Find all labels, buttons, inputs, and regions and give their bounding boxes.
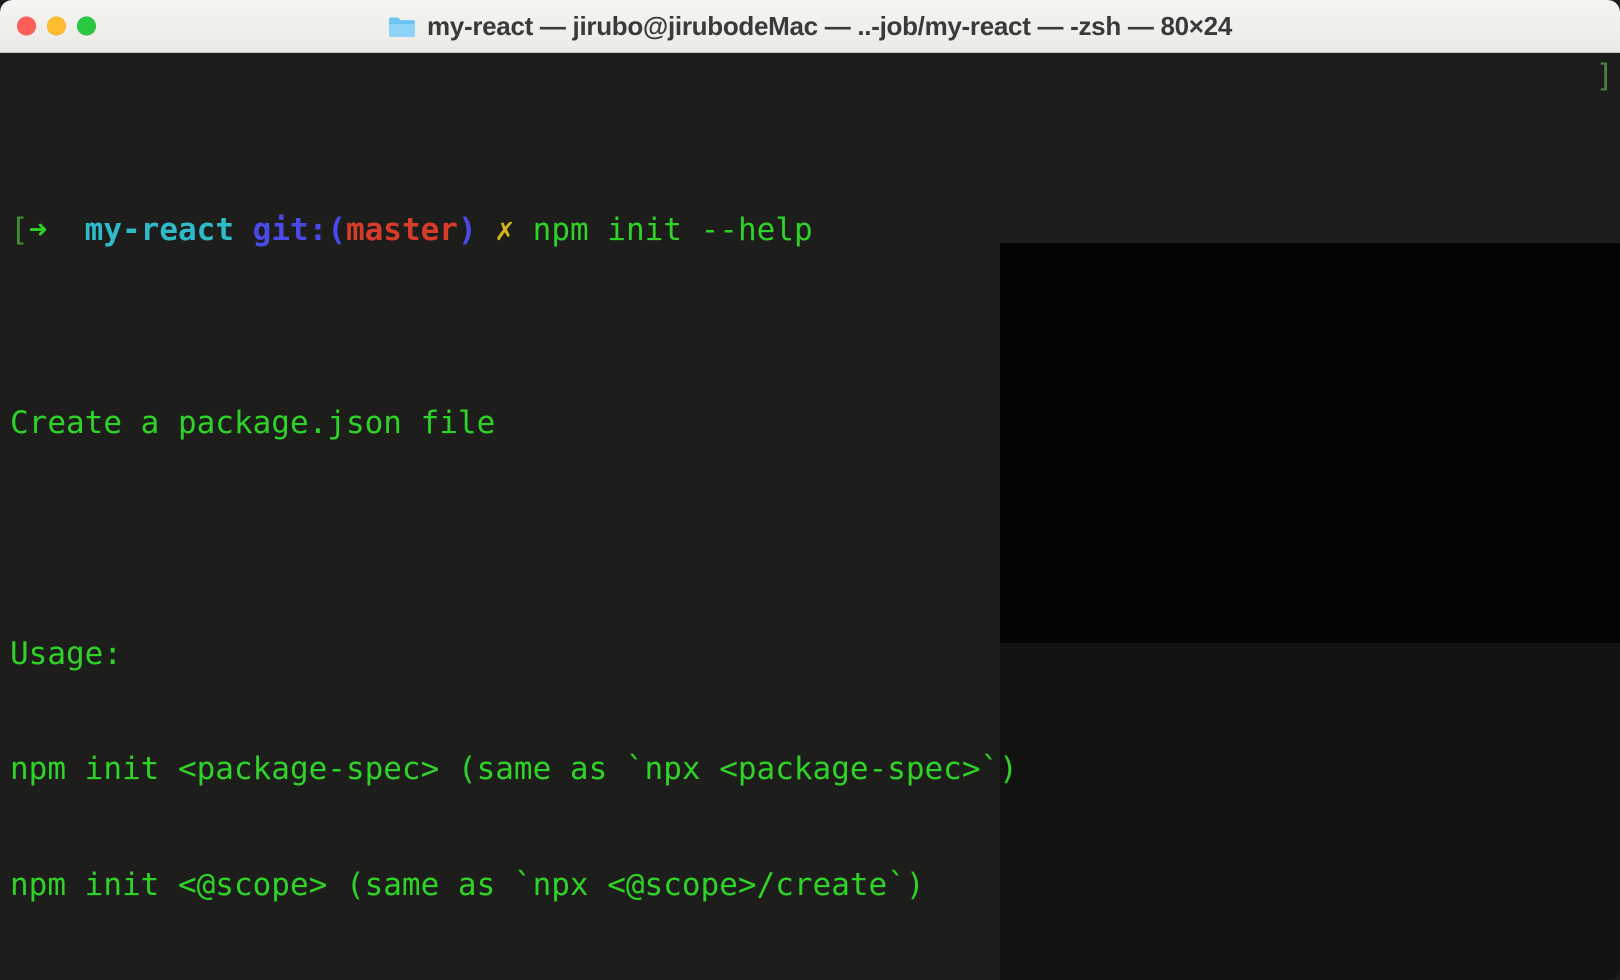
prompt-gap-1: [47, 212, 84, 248]
minimize-window-button[interactable]: [47, 16, 66, 36]
close-window-button[interactable]: [17, 16, 36, 36]
prompt-line-command: [➜ my-react git:(master) ✗ npm init --he…: [0, 211, 1620, 250]
typed-command: npm init --help: [532, 212, 813, 248]
output-text: Usage:: [10, 635, 122, 672]
output-line: Create a package.json file: [0, 404, 1620, 443]
maximize-window-button[interactable]: [77, 16, 96, 36]
terminal-window: my-react — jirubo@jirubodeMac — ..-job/m…: [0, 0, 1620, 980]
title-center-group: my-react — jirubo@jirubodeMac — ..-job/m…: [0, 0, 1620, 52]
edge-bracket-left: [: [10, 212, 29, 248]
prompt-gap-4: [514, 212, 533, 248]
window-title: my-react — jirubo@jirubodeMac — ..-job/m…: [426, 10, 1232, 41]
prompt-close-paren: ): [457, 212, 477, 248]
terminal-output: [➜ my-react git:(master) ✗ npm init --he…: [0, 53, 1620, 980]
output-line: Usage:: [0, 635, 1620, 674]
prompt-gap-2: [234, 212, 253, 248]
output-line: npm init <@scope> (same as `npx <@scope>…: [0, 866, 1620, 905]
prompt-arrow-icon: ➜: [28, 212, 48, 248]
prompt-open-paren: (: [327, 212, 346, 248]
prompt-directory: my-react: [84, 212, 234, 248]
output-text: npm init <@scope> (same as `npx <@scope>…: [10, 866, 925, 903]
edge-bracket-right: ]: [1595, 58, 1614, 94]
prompt-gap-3: [477, 212, 496, 248]
terminal-screen[interactable]: ] [➜ my-react git:(master) ✗ npm init --…: [0, 53, 1620, 980]
output-text: npm init <package-spec> (same as `npx <p…: [10, 751, 1018, 787]
output-line: npm init <package-spec> (same as `npx <p…: [0, 750, 1620, 789]
folder-icon: [388, 17, 415, 37]
title-bar[interactable]: my-react — jirubo@jirubodeMac — ..-job/m…: [0, 0, 1620, 53]
prompt-git-label: git:: [252, 212, 328, 248]
output-line-blank: [0, 519, 1620, 558]
output-text: Create a package.json file: [10, 404, 496, 441]
window-controls: [17, 16, 96, 36]
prompt-dirty-mark-icon: ✗: [495, 212, 514, 248]
prompt-branch: master: [345, 212, 458, 248]
